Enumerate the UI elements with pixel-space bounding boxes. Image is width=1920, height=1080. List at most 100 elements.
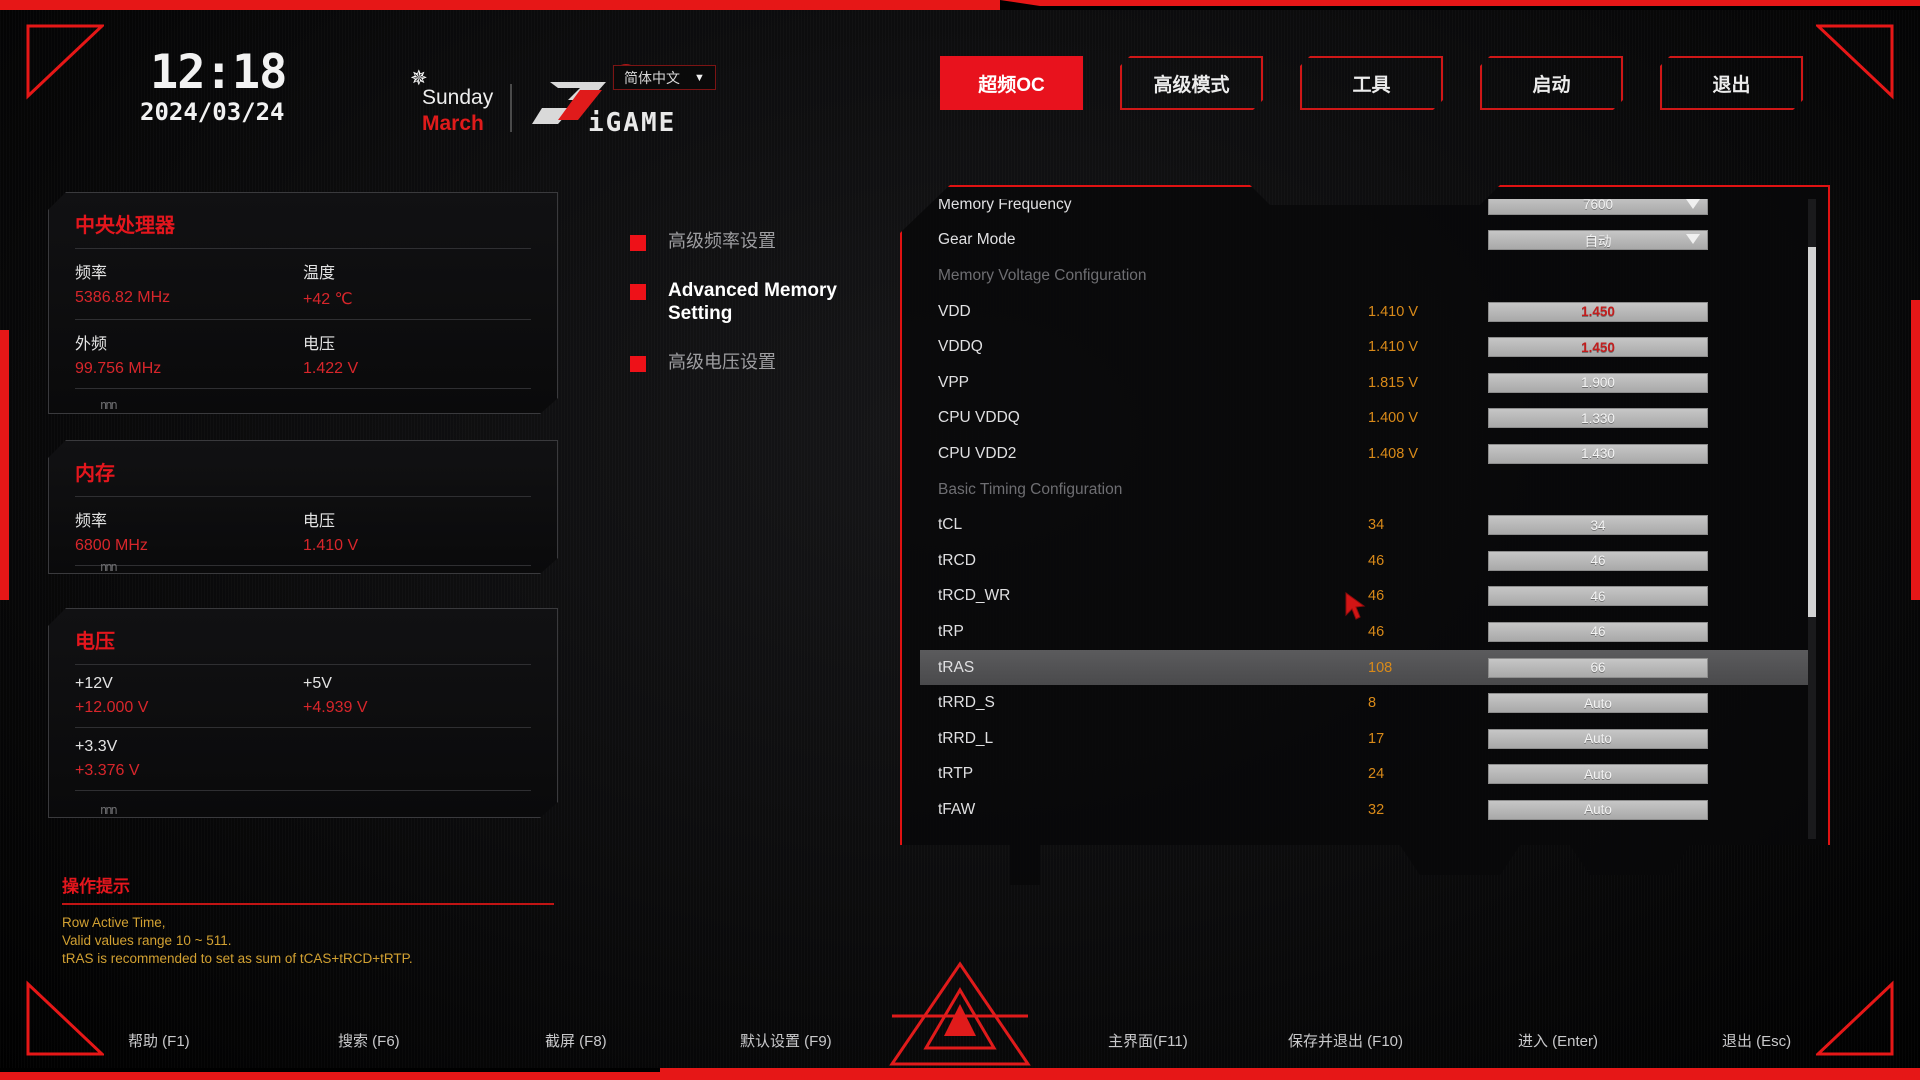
- settings-row-label: tRTP: [938, 765, 974, 783]
- fn-search[interactable]: 搜索 (F6): [338, 1030, 400, 1051]
- settings-row-control-value: 46: [1590, 624, 1606, 640]
- settings-row-input[interactable]: 1.330: [1488, 408, 1708, 429]
- fn-save-exit[interactable]: 保存并退出 (F10): [1288, 1030, 1403, 1051]
- settings-row-input[interactable]: 1.900: [1488, 372, 1708, 393]
- settings-row[interactable]: tFAW 32 Auto: [920, 792, 1810, 828]
- settings-row-input[interactable]: Auto: [1488, 764, 1708, 785]
- menu-item-advanced-memory[interactable]: Advanced Memory Setting: [630, 279, 870, 325]
- settings-row-label: tRP: [938, 622, 964, 640]
- nav-button-exit[interactable]: 退出: [1660, 56, 1803, 110]
- settings-list[interactable]: Memory Frequency 7600 Gear Mode 自动 Memory Vo…: [920, 199, 1810, 839]
- settings-row-current-value: 1.410 V: [1368, 303, 1418, 320]
- nav-button-advanced-mode[interactable]: 高级模式: [1120, 56, 1263, 110]
- nav-button-tools[interactable]: 工具: [1300, 56, 1443, 110]
- menu-bullet-icon: [630, 235, 646, 251]
- fn-help[interactable]: 帮助 (F1): [128, 1030, 190, 1051]
- operation-hint-title: 操作提示: [62, 877, 130, 896]
- fn-defaults[interactable]: 默认设置 (F9): [740, 1030, 832, 1051]
- nav-button-boot[interactable]: 启动: [1480, 56, 1623, 110]
- settings-panel: Memory Frequency 7600 Gear Mode 自动 Memory Vo…: [900, 185, 1830, 930]
- settings-row[interactable]: CPU VDDQ 1.400 V 1.330: [920, 401, 1810, 437]
- panel-voltage-33v: +3.3V +3.376 V: [75, 738, 303, 790]
- fn-screenshot[interactable]: 截屏 (F8): [545, 1030, 607, 1051]
- panel-cpu-temperature-value: +42 ℃: [303, 291, 353, 308]
- settings-row-current-value: 17: [1368, 730, 1385, 747]
- settings-section-header: Basic Timing Configuration: [920, 472, 1810, 508]
- settings-row-current-value: 24: [1368, 766, 1385, 783]
- settings-row[interactable]: tRRD_L 17 Auto: [920, 721, 1810, 757]
- settings-row[interactable]: tRRD_S 8 Auto: [920, 685, 1810, 721]
- settings-row-current-value: 8: [1368, 695, 1377, 712]
- settings-row[interactable]: tCL 34 34: [920, 507, 1810, 543]
- settings-row-input[interactable]: 46: [1488, 550, 1708, 571]
- panel-voltage-empty: [303, 738, 531, 790]
- settings-row-label: Basic Timing Configuration: [938, 480, 1123, 498]
- settings-row[interactable]: CPU VDD2 1.408 V 1.430: [920, 436, 1810, 472]
- frame-left-accent: [0, 330, 9, 600]
- operation-hint: 操作提示 Row Active Time, Valid values range…: [62, 872, 554, 968]
- panel-voltage-zigzag: nnn: [100, 803, 118, 817]
- settings-row-label: tRCD_WR: [938, 587, 1011, 605]
- settings-row-dropdown[interactable]: 7600: [1488, 199, 1708, 215]
- settings-row-label: Memory Voltage Configuration: [938, 266, 1147, 284]
- igame-emblem: [888, 960, 1032, 1068]
- settings-row-label: Gear Mode: [938, 231, 1016, 249]
- settings-row-control-value: 46: [1590, 553, 1606, 569]
- header-divider: [510, 84, 512, 132]
- chevron-down-icon: ▼: [694, 72, 705, 84]
- panel-cpu-bclk: 外频 99.756 MHz: [75, 330, 303, 388]
- settings-row[interactable]: VDD 1.410 V 1.450: [920, 294, 1810, 330]
- settings-row-input[interactable]: 66: [1488, 657, 1708, 678]
- panel-memory-frequency: 频率 6800 MHz: [75, 507, 303, 565]
- settings-row-input[interactable]: 1.450: [1488, 301, 1708, 322]
- fn-main-page[interactable]: 主界面(F11): [1108, 1030, 1188, 1051]
- settings-row-control-value: 自动: [1584, 234, 1612, 250]
- settings-row[interactable]: tRTP 24 Auto: [920, 757, 1810, 793]
- menu-item-advanced-voltage[interactable]: 高级电压设置: [630, 351, 870, 374]
- settings-row[interactable]: VPP 1.815 V 1.900: [920, 365, 1810, 401]
- settings-row-input[interactable]: 1.430: [1488, 443, 1708, 464]
- settings-row[interactable]: VDDQ 1.410 V 1.450: [920, 329, 1810, 365]
- panel-cpu: 中央处理器 频率 5386.82 MHz 温度 +42 ℃ 外频 99.756 …: [48, 192, 558, 414]
- settings-row-label: CPU VDD2: [938, 444, 1017, 462]
- settings-row-dropdown[interactable]: 自动: [1488, 230, 1708, 251]
- settings-row-label: VPP: [938, 373, 970, 391]
- settings-row-input[interactable]: 46: [1488, 621, 1708, 642]
- fn-exit[interactable]: 退出 (Esc): [1722, 1030, 1791, 1051]
- panel-voltage-12v-label: +12V: [75, 675, 113, 692]
- settings-scrollbar[interactable]: [1808, 199, 1816, 839]
- settings-scrollbar-thumb[interactable]: [1808, 247, 1816, 617]
- settings-row[interactable]: Memory Frequency 7600: [920, 199, 1810, 223]
- settings-row-input[interactable]: Auto: [1488, 693, 1708, 714]
- panel-divider: [75, 388, 531, 389]
- fn-enter[interactable]: 进入 (Enter): [1518, 1030, 1598, 1051]
- menu-item-advanced-frequency[interactable]: 高级频率设置: [630, 230, 870, 253]
- nav-button-oc-label: 超频OC: [978, 74, 1045, 96]
- settings-row-label: tFAW: [938, 800, 976, 818]
- settings-row-input[interactable]: 34: [1488, 515, 1708, 536]
- settings-row-label: VDDQ: [938, 338, 983, 356]
- nav-button-exit-label: 退出: [1712, 74, 1751, 96]
- nav-button-oc[interactable]: 超频OC: [940, 56, 1083, 110]
- settings-row[interactable]: tRCD 46 46: [920, 543, 1810, 579]
- panel-voltage-5v-label: +5V: [303, 675, 332, 692]
- menu-bullet-icon: [630, 284, 646, 300]
- chevron-down-icon: [1686, 234, 1700, 245]
- nav-button-advanced-mode-label: 高级模式: [1153, 74, 1230, 96]
- settings-row-current-value: 32: [1368, 801, 1385, 818]
- settings-row-input[interactable]: Auto: [1488, 728, 1708, 749]
- settings-row-input[interactable]: 46: [1488, 586, 1708, 607]
- settings-row[interactable]: tRAS 108 66: [920, 649, 1810, 686]
- panel-voltage-33v-label: +3.3V: [75, 738, 118, 755]
- panel-memory-title: 内存: [75, 463, 115, 485]
- settings-row[interactable]: Gear Mode 自动: [920, 223, 1810, 259]
- panel-voltage-row-2: +3.3V +3.376 V: [75, 738, 531, 790]
- settings-row-input[interactable]: Auto: [1488, 799, 1708, 820]
- language-selector[interactable]: 简体中文 ▼: [613, 65, 716, 90]
- panel-cpu-zigzag: nnn: [100, 398, 118, 412]
- panel-divider: [75, 319, 531, 320]
- settings-row-input[interactable]: 1.450: [1488, 337, 1708, 358]
- chevron-down-icon: [1686, 199, 1700, 209]
- panel-cpu-title: 中央处理器: [75, 215, 175, 237]
- panel-cpu-bclk-label: 外频: [75, 336, 108, 353]
